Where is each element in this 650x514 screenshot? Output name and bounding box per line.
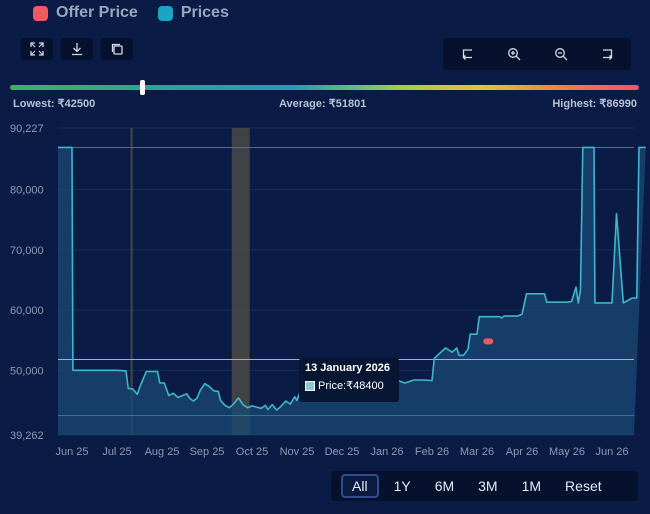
- range-all-button[interactable]: All: [341, 474, 379, 498]
- chart-x-axis: Jun 25 Jul 25 Aug 25 Sep 25 Oct 25 Nov 25 Dec …: [55, 446, 628, 458]
- tooltip-row: Price:₹48400: [305, 379, 393, 392]
- y-tick-label: 70,000: [10, 245, 44, 257]
- x-tick-label: Apr 26: [506, 446, 538, 458]
- x-tick-label: Dec 25: [325, 446, 360, 458]
- x-tick-label: May 26: [549, 446, 585, 458]
- tooltip-date: 13 January 2026: [305, 362, 391, 374]
- y-tick-label: 50,000: [10, 365, 44, 377]
- range-6m-button[interactable]: 6M: [426, 474, 463, 498]
- range-1m-button[interactable]: 1M: [513, 474, 550, 498]
- chart-offer-marker-layer: [483, 338, 494, 345]
- highlight-band-1: [231, 128, 250, 435]
- chart-tooltip: 13 January 2026 Price:₹48400: [299, 358, 399, 402]
- x-tick-label: Jun 26: [595, 446, 628, 458]
- x-tick-label: Sep 25: [190, 446, 225, 458]
- x-tick-label: Jan 26: [370, 446, 403, 458]
- tooltip-price: Price:₹48400: [318, 380, 384, 392]
- x-tick-label: Oct 25: [236, 446, 268, 458]
- y-tick-label: 90,227: [10, 123, 44, 135]
- x-tick-label: Feb 26: [415, 446, 449, 458]
- range-reset-button[interactable]: Reset: [556, 474, 611, 498]
- range-1y-button[interactable]: 1Y: [385, 474, 420, 498]
- range-3m-button[interactable]: 3M: [469, 474, 506, 498]
- y-tick-label: 80,000: [10, 185, 44, 197]
- x-tick-label: Jun 25: [55, 446, 88, 458]
- x-tick-label: Aug 25: [145, 446, 180, 458]
- x-tick-label: Mar 26: [460, 446, 494, 458]
- price-history-chart[interactable]: 39,262 50,000 60,000 70,000 80,000 90,227 Jun…: [0, 0, 650, 514]
- y-tick-label: 39,262: [10, 430, 44, 442]
- x-tick-label: Nov 25: [280, 446, 315, 458]
- chart-y-axis: 39,262 50,000 60,000 70,000 80,000 90,227: [10, 123, 44, 442]
- range-selector: All 1Y 6M 3M 1M Reset: [331, 471, 638, 501]
- tooltip-swatch: [305, 380, 315, 391]
- x-tick-label: Jul 25: [102, 446, 131, 458]
- offer-price-marker: [483, 338, 494, 345]
- y-tick-label: 60,000: [10, 305, 44, 317]
